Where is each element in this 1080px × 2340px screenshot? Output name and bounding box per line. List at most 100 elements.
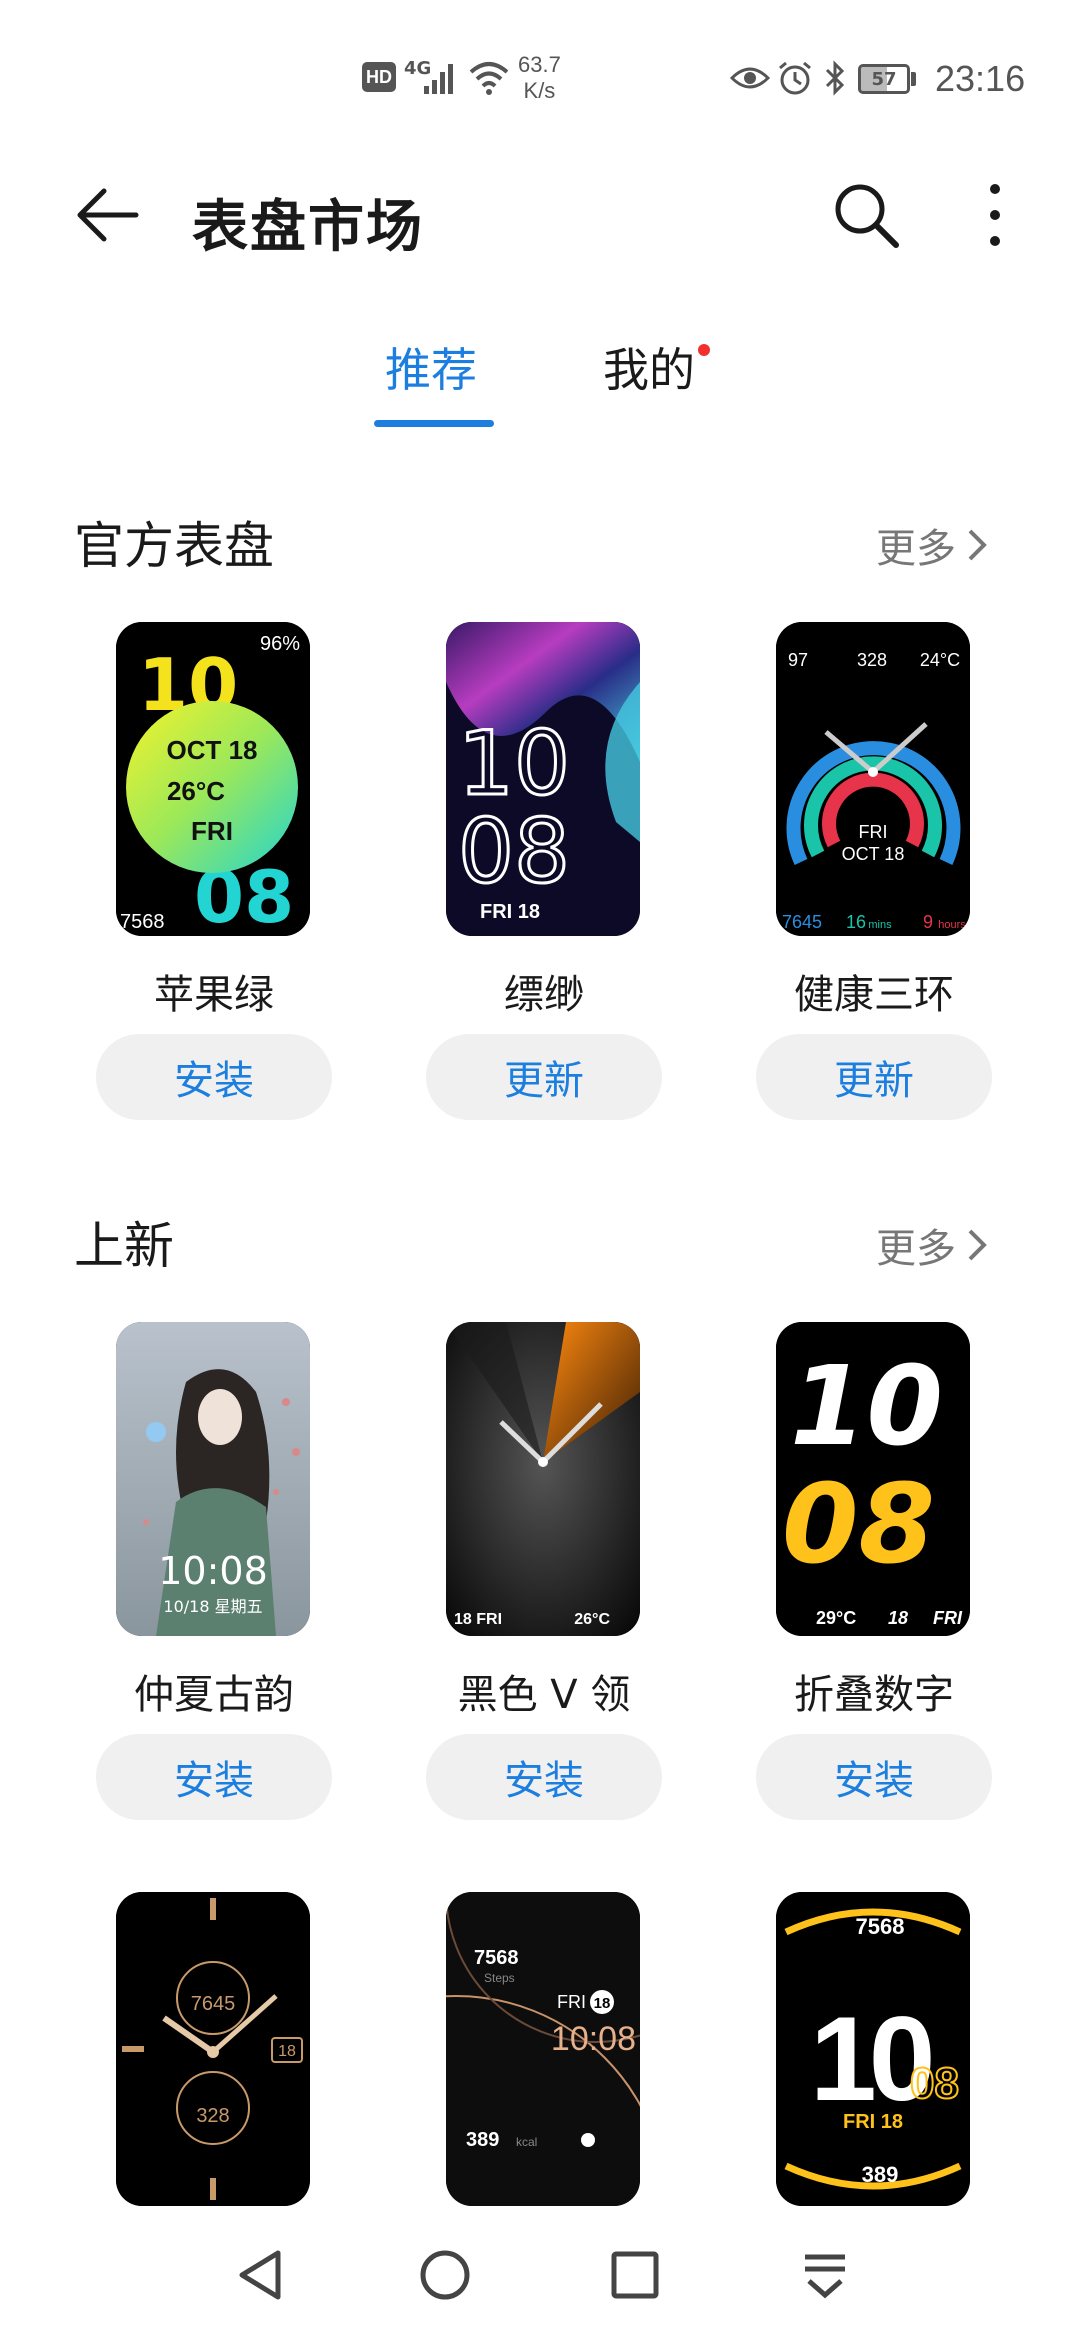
face-temp: 29°C [816,1608,856,1628]
notification-badge [698,344,710,356]
face-battery: 96% [260,633,300,655]
watchface-card[interactable]: 7568 Steps FRI 18 10:08 389 kcal [404,1892,684,2210]
face-date: OCT 18 [842,844,905,864]
face-steps: 7645 [782,912,822,932]
face-kcal-unit: kcal [516,2135,537,2149]
bluetooth-icon [825,60,845,96]
face-temp: 26°C [167,776,225,806]
nav-back-button[interactable] [215,2230,305,2320]
nav-recents-button[interactable] [590,2230,680,2320]
watchface-preview[interactable]: 18 FRI 26°C [446,1322,640,1636]
face-time: 10:08 [551,2020,636,2058]
watchface-preview[interactable]: 10 08 OCT 18 26°C FRI 96% 7568 [116,622,310,936]
face-minute: 08 [458,800,570,903]
face-day: FRI [191,816,233,846]
circle-home-icon [420,2250,470,2300]
face-date: FRI 18 [843,2111,903,2133]
watchface-preview[interactable]: 10:08 10/18 星期五 [116,1322,310,1636]
face-day: FRI [557,1992,586,2012]
pull-down-icon [805,2254,845,2299]
hd-indicator: HD [362,62,396,92]
face-date: 18 [594,1995,611,2012]
watchface-name: 折叠数字 [794,1672,954,1718]
watchface-name: 仲夏古韵 [134,1672,294,1718]
watchface-card[interactable]: 7568 10 08 FRI 18 389 [734,1892,1014,2210]
face-date: 10/18 星期五 [163,1597,262,1616]
face-date: FRI 18 [480,901,540,923]
battery-icon: 57 [858,64,910,94]
battery-tip [911,72,916,86]
watchface-preview[interactable]: 7645 328 18 [116,1892,310,2206]
tab-mine[interactable]: 我的 [603,334,695,400]
speed-unit: K/s [523,78,556,103]
watchface-name: 缥缈 [504,972,584,1018]
page-title: 表盘市场 [192,195,424,260]
nav-notification-button[interactable] [780,2230,870,2320]
watchface-preview[interactable]: 10 08 29°C 18 FRI [776,1322,970,1636]
search-icon [835,184,899,248]
face-steps-label: Steps [484,1971,515,1985]
face-steps: 7645 [191,1993,236,2015]
update-button[interactable]: 更新 [426,1034,662,1120]
watchface-card[interactable]: 10 08 FRI 18 缥缈 更新 [404,622,684,1122]
face-hours: 9 [923,912,933,932]
more-vertical-icon [990,184,1000,246]
chevron-right-icon [968,1229,987,1261]
face-day: FRI [933,1608,963,1628]
face-mins: 16 [846,912,866,932]
eye-comfort-icon [730,67,770,89]
back-button[interactable] [70,175,150,255]
section-more-new[interactable]: 更多 [876,1216,988,1274]
watchface-preview[interactable]: 7568 Steps FRI 18 10:08 389 kcal [446,1892,640,2206]
section-more-official[interactable]: 更多 [876,516,988,574]
watchface-preview[interactable]: 7568 10 08 FRI 18 389 [776,1892,970,2206]
face-temp: 26°C [574,1611,610,1628]
watchface-card[interactable]: 18 FRI 26°C 黑色 V 领 安装 [404,1322,684,1822]
watchface-preview[interactable]: 10 08 FRI 18 [446,622,640,936]
watchface-card[interactable]: 7645 328 18 [74,1892,354,2210]
tab-recommended[interactable]: 推荐 [385,334,477,400]
section-title-official: 官方表盘 [74,517,274,575]
face-time: 10:08 [158,1549,268,1593]
install-button[interactable]: 安装 [96,1034,332,1120]
face-steps: 7568 [120,911,165,933]
wifi-icon [469,62,509,95]
install-button[interactable]: 安装 [426,1734,662,1820]
face-minute: 08 [910,2059,959,2108]
search-button[interactable] [826,175,906,255]
install-button[interactable]: 安装 [96,1734,332,1820]
face-midsummer: 10:08 10/18 星期五 [116,1322,310,1636]
face-black-v: 18 FRI 26°C [446,1322,640,1636]
watchface-name: 苹果绿 [154,972,274,1018]
face-kcal: 389 [466,2129,499,2151]
more-label: 更多 [876,526,956,572]
system-nav-bar [0,2210,1080,2340]
app-bar: 表盘市场 [0,150,1080,280]
watchface-card[interactable]: 10 08 OCT 18 26°C FRI 96% 7568 苹果绿 安装 [74,622,354,1122]
face-steps: 7568 [856,1914,905,1939]
watchface-card[interactable]: 10:08 10/18 星期五 仲夏古韵 安装 [74,1322,354,1822]
nav-home-button[interactable] [400,2230,490,2320]
speed-value: 63.7 [518,52,561,77]
watchface-card[interactable]: 97 328 24°C FRI OCT 18 7645 16 mins 9 ho… [734,622,1014,1122]
network-speed: 63.7 K/s [518,52,561,104]
face-cal: 389 [862,2162,899,2187]
face-folded-digits: 10 08 29°C 18 FRI [776,1322,970,1636]
watchface-preview[interactable]: 97 328 24°C FRI OCT 18 7645 16 mins 9 ho… [776,622,970,936]
square-recents-icon [611,2251,659,2299]
face-steps: 7568 [474,1947,519,1969]
back-arrow-icon [77,188,139,242]
face-date: 18 FRI [454,1611,502,1628]
tab-bar: 推荐 我的 [0,318,1080,438]
install-button[interactable]: 安装 [756,1734,992,1820]
face-temp: 24°C [920,650,960,670]
more-label: 更多 [876,1226,956,1272]
update-button[interactable]: 更新 [756,1034,992,1120]
chevron-right-icon [968,529,987,561]
face-apple-green: 10 08 OCT 18 26°C FRI 96% 7568 [116,622,310,936]
watchface-card[interactable]: 10 08 29°C 18 FRI 折叠数字 安装 [734,1322,1014,1822]
more-options-button[interactable] [960,175,1030,255]
watchface-name: 黑色 V 领 [457,1672,631,1718]
face-hours-unit: hours [938,919,966,931]
face-heart: 97 [788,650,808,670]
